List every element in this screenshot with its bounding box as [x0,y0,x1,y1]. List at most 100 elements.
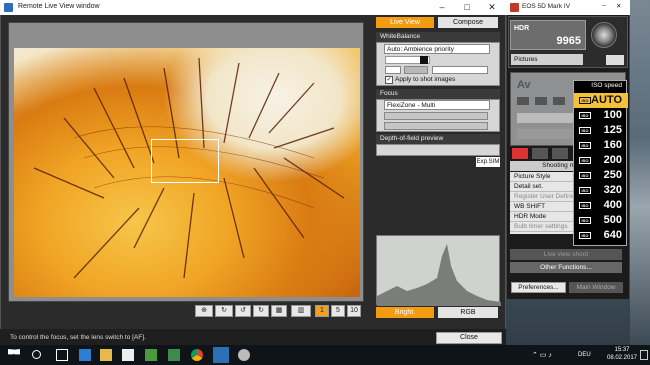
title-bar: Remote Live View window – □ ✕ [0,0,506,15]
explorer-icon[interactable] [100,349,112,361]
iso-option-500[interactable]: ISO 500 [574,213,628,228]
camera-app-icon [510,3,519,12]
af-mode-select[interactable]: FlexiZone - Multi [384,100,490,110]
apply-checkbox[interactable]: ✓ [385,76,393,84]
live-view-shoot-button[interactable]: Live view shoot [510,249,622,260]
date: 08.02.2017 [606,355,638,361]
camera-title-bar: EOS 5D Mark IV – ✕ [506,0,630,15]
menu-item-picture-style[interactable]: Picture Style [510,172,578,182]
clock[interactable]: 15:37 08.02.2017 [600,346,644,364]
iso-option-400[interactable]: ISO 400 [574,198,628,213]
iso-option-160[interactable]: ISO 160 [574,138,628,153]
taskbar [0,345,650,365]
status-text: To control the focus, set the lens switc… [0,329,506,346]
iso-option-100[interactable]: ISO 100 [574,108,628,123]
tab-tools-icon[interactable] [552,148,568,159]
menu-item-wb-shift[interactable]: WB SHIFT [510,202,578,212]
shooting-menu: Picture Style Detail set. Register User … [510,172,578,234]
wb-preset-button[interactable] [404,66,428,74]
drive-icon[interactable] [535,97,547,105]
grid-button[interactable]: ▦ [271,305,287,317]
tray-icons[interactable]: ⌃ ▭ ♪ [532,351,552,359]
tab-live-view[interactable]: Live View [376,17,434,28]
wb-value-field[interactable] [432,66,488,74]
search-icon[interactable] [32,350,41,359]
desktop-background [630,0,650,345]
af-buttons-row[interactable] [384,112,488,120]
tab-shooting-icon[interactable] [512,148,528,159]
close-button[interactable]: Close [436,332,502,344]
shooting-menu-label: Shooting m [510,161,578,171]
camera-minimize-button[interactable]: – [602,2,606,9]
edge-icon[interactable] [79,349,91,361]
camera-close-button[interactable]: ✕ [616,2,621,10]
lcd-display: HDR 9965 [510,20,586,50]
zoom-5x-button[interactable]: 5 [331,305,345,317]
rotate-left-button[interactable]: ↺ [235,305,251,317]
excel-icon[interactable] [168,349,180,361]
camera-settings-icon[interactable] [606,55,624,65]
menu-item-bulb-timer[interactable]: Bulb timer settings [510,222,578,232]
exp-sim-label: Exp.SIM [476,157,500,167]
app-icon [4,3,13,12]
task-view-icon[interactable] [56,349,68,361]
maximize-button[interactable]: □ [455,0,479,15]
overlay-button[interactable]: ▥ [291,305,311,317]
iso-header: ISO speed [591,82,622,89]
eos-utility-icon[interactable] [213,347,229,363]
other-functions-button[interactable]: Other Functions... [510,262,622,273]
histogram-graph [377,244,501,306]
pictures-select[interactable]: Pictures [511,54,583,65]
zoom-1x-button[interactable]: 1 [315,305,329,317]
store-icon[interactable] [122,349,134,361]
apply-label: Apply to shot images [395,76,456,83]
iso-option-250[interactable]: ISO 250 [574,168,628,183]
close-window-button[interactable]: ✕ [480,0,504,15]
histogram [376,235,501,306]
minimize-button[interactable]: – [430,0,454,15]
hdr-indicator: HDR [514,25,530,32]
time: 15:37 [614,347,630,353]
bracket-scale[interactable] [517,129,573,139]
iso-option-320[interactable]: ISO 320 [574,183,628,198]
menu-item-register-user-defined[interactable]: Register User Defined [510,192,578,202]
zoom-10x-button[interactable]: 10 [347,305,361,317]
rotate-button[interactable]: ↻ [215,305,233,317]
mode-dial-icon[interactable] [591,22,617,48]
tab-flash-icon[interactable] [532,148,548,159]
dof-header: Depth-of-field preview [376,134,500,144]
av-mode[interactable]: Av [517,79,531,91]
focus-adjust-row[interactable] [384,122,488,130]
preferences-button[interactable]: Preferences... [511,282,566,293]
iso-speed-popup: ISO speed ISO AUTO ISO 100 ISO 125 ISO 160 I… [573,80,628,246]
menu-item-detail-set[interactable]: Detail set. [510,182,578,192]
tab-compose[interactable]: Compose [438,17,498,28]
rotate-right-button[interactable]: ↻ [253,305,269,317]
exposure-scale[interactable] [517,113,573,123]
awb-icon[interactable] [517,97,529,105]
notification-icon[interactable] [640,350,648,360]
eyedropper-icon[interactable] [385,66,401,74]
rgb-button[interactable]: RGB [438,307,498,318]
iso-option-auto[interactable]: ISO AUTO [574,93,628,108]
wb-k-icon [420,56,428,64]
chrome-icon[interactable] [191,349,203,361]
app-icon-green[interactable] [145,349,157,361]
dof-box [376,144,500,156]
metering-icon[interactable] [553,97,565,105]
language-indicator[interactable]: DEU [578,352,591,358]
camera-app-taskbar-icon[interactable] [238,349,250,361]
shots-remaining: 9965 [556,35,581,47]
focus-target-button[interactable]: ⊕ [195,305,213,317]
bright-button[interactable]: Bright. [376,307,434,318]
iso-option-640[interactable]: ISO 640 [574,228,628,243]
iso-option-125[interactable]: ISO 125 [574,123,628,138]
white-balance-select[interactable]: Auto: Ambience priority [384,44,490,54]
main-window-button[interactable]: Main Window [569,282,623,293]
focus-header: Focus [376,89,500,99]
focus-frame[interactable] [151,139,219,183]
iso-option-200[interactable]: ISO 200 [574,153,628,168]
camera-title: EOS 5D Mark IV [522,3,571,10]
menu-item-hdr-mode[interactable]: HDR Mode [510,212,578,222]
window-title: Remote Live View window [18,3,100,10]
